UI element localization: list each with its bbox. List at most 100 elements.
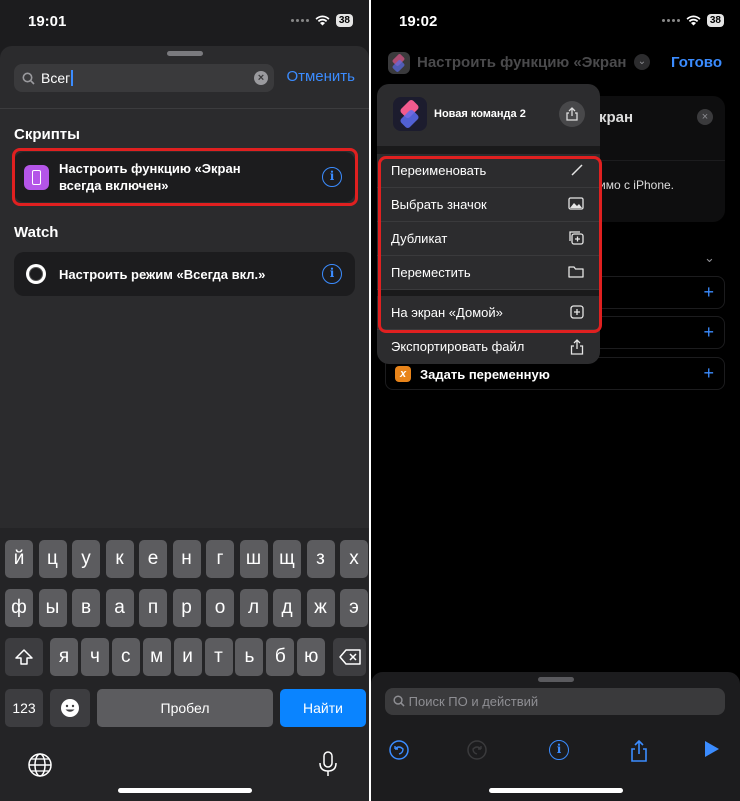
- search-value: Всег: [41, 70, 71, 86]
- key-л[interactable]: л: [239, 589, 268, 627]
- key-е[interactable]: е: [139, 540, 167, 578]
- sheet-grabber[interactable]: [537, 677, 574, 682]
- search-placeholder: Поиск ПО и действий: [408, 694, 539, 709]
- share-button[interactable]: [559, 101, 585, 127]
- result-item-always-on-mode[interactable]: Настроить режим «Всегда вкл.» i: [14, 252, 355, 296]
- play-icon[interactable]: [704, 740, 720, 758]
- key-э[interactable]: э: [340, 589, 368, 627]
- key-й[interactable]: й: [5, 540, 33, 578]
- action-label: Задать переменную: [420, 367, 550, 382]
- add-icon[interactable]: +: [703, 322, 714, 343]
- key-о[interactable]: о: [206, 589, 234, 627]
- share-icon[interactable]: [630, 740, 648, 762]
- chevron-down-icon[interactable]: ⌄: [634, 54, 650, 70]
- backspace-key[interactable]: [333, 638, 366, 676]
- key-в[interactable]: в: [72, 589, 100, 627]
- key-д[interactable]: д: [273, 589, 301, 627]
- shortcut-title[interactable]: Настроить функцию «Экран: [417, 54, 627, 71]
- menu-separator: [377, 146, 600, 154]
- card-desc-fragment: имо с iPhone.: [599, 178, 674, 192]
- signal-icon: [661, 19, 680, 22]
- highlight-box: [12, 148, 358, 206]
- highlight-box: [378, 156, 602, 333]
- add-icon[interactable]: +: [703, 363, 714, 384]
- key-ф[interactable]: ф: [5, 589, 33, 627]
- actions-search-input[interactable]: Поиск ПО и действий: [385, 688, 725, 715]
- microphone-icon[interactable]: [318, 750, 338, 778]
- key-п[interactable]: п: [139, 589, 167, 627]
- key-ц[interactable]: ц: [38, 540, 67, 578]
- home-indicator: [117, 788, 252, 793]
- search-icon: [393, 695, 405, 707]
- undo-icon[interactable]: [389, 740, 409, 760]
- shortcut-icon[interactable]: [388, 52, 410, 74]
- chevron-down-icon[interactable]: ⌄: [704, 250, 715, 266]
- variable-icon: x: [395, 366, 411, 382]
- add-icon[interactable]: +: [703, 282, 714, 303]
- editor-header: Настроить функцию «Экран ⌄ Готово: [371, 46, 740, 80]
- card-title-fragment: кран: [599, 109, 634, 126]
- key-ж[interactable]: ж: [306, 589, 335, 627]
- home-indicator: [488, 788, 623, 793]
- emoji-key[interactable]: [50, 689, 90, 727]
- numbers-key[interactable]: 123: [5, 689, 43, 727]
- info-icon[interactable]: i: [549, 740, 569, 760]
- menu-item-export[interactable]: Экспортировать файл: [377, 330, 600, 364]
- key-к[interactable]: к: [105, 540, 134, 578]
- clear-icon[interactable]: ×: [254, 71, 268, 85]
- actions-sheet: Поиск ПО и действий i: [371, 672, 740, 801]
- menu-header: Новая команда 2: [377, 84, 600, 146]
- signal-icon: [290, 19, 309, 22]
- key-а[interactable]: а: [105, 589, 134, 627]
- key-и[interactable]: и: [173, 638, 202, 676]
- done-button[interactable]: Готово: [671, 54, 722, 71]
- battery-icon: 38: [335, 14, 353, 27]
- result-title: Настроить режим «Всегда вкл.»: [59, 266, 266, 282]
- shift-icon: [15, 649, 33, 665]
- key-ш[interactable]: ш: [239, 540, 268, 578]
- key-з[interactable]: з: [306, 540, 335, 578]
- sheet-grabber[interactable]: [166, 51, 203, 56]
- key-т[interactable]: т: [204, 638, 233, 676]
- search-input[interactable]: Всег ×: [14, 64, 274, 92]
- globe-icon[interactable]: [27, 752, 53, 778]
- close-icon[interactable]: ×: [697, 109, 713, 125]
- key-х[interactable]: х: [340, 540, 368, 578]
- menu-item-label: Экспортировать файл: [391, 339, 525, 354]
- wifi-icon: [315, 15, 330, 26]
- cancel-button[interactable]: Отменить: [286, 68, 355, 85]
- section-title-watch: Watch: [14, 224, 59, 241]
- key-н[interactable]: н: [172, 540, 201, 578]
- key-у[interactable]: у: [72, 540, 100, 578]
- status-bar: 19:01 38: [0, 0, 369, 44]
- key-ь[interactable]: ь: [235, 638, 264, 676]
- key-с[interactable]: с: [111, 638, 140, 676]
- left-screen: 19:01 38 Всег × Отменить Скрипты Настрои…: [0, 0, 369, 801]
- battery-icon: 38: [706, 14, 724, 27]
- watch-icon: [26, 264, 46, 284]
- shortcuts-logo-icon: [400, 99, 419, 129]
- redo-icon: [467, 740, 487, 760]
- shortcuts-logo-icon: [392, 54, 405, 72]
- divider: [0, 108, 369, 109]
- wifi-icon: [686, 15, 701, 26]
- key-б[interactable]: б: [266, 638, 295, 676]
- key-р[interactable]: р: [172, 589, 201, 627]
- key-м[interactable]: м: [142, 638, 171, 676]
- share-icon: [566, 107, 578, 121]
- info-icon[interactable]: i: [322, 264, 342, 284]
- key-ю[interactable]: ю: [297, 638, 326, 676]
- key-ч[interactable]: ч: [80, 638, 109, 676]
- search-icon: [22, 72, 35, 85]
- key-ы[interactable]: ы: [38, 589, 67, 627]
- emoji-icon: [61, 699, 79, 717]
- search-go-key[interactable]: Найти: [280, 689, 366, 727]
- key-г[interactable]: г: [206, 540, 234, 578]
- space-key[interactable]: Пробел: [97, 689, 273, 727]
- shift-key[interactable]: [5, 638, 43, 676]
- key-щ[interactable]: щ: [273, 540, 301, 578]
- key-я[interactable]: я: [50, 638, 78, 676]
- share-icon: [570, 339, 584, 355]
- backspace-icon: [338, 649, 361, 665]
- menu-shortcut-name: Новая команда 2: [434, 108, 526, 120]
